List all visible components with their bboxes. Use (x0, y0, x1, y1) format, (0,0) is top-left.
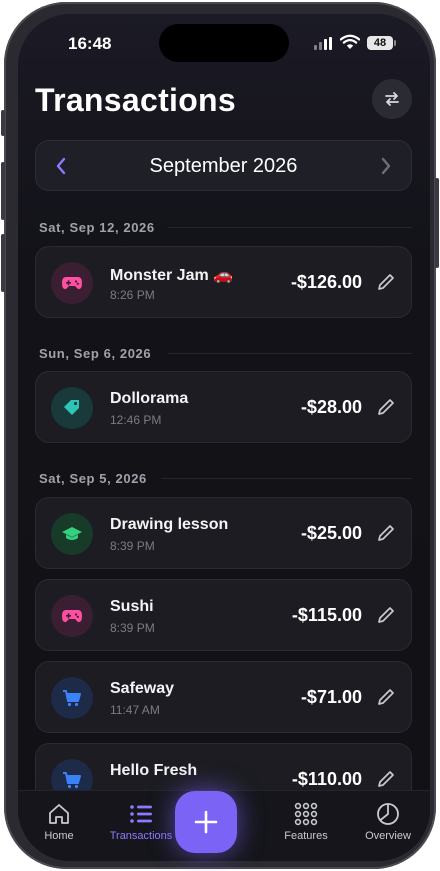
transaction-row[interactable]: Monster Jam 🚗 8:26 PM -$126.00 (35, 246, 412, 318)
pencil-icon (378, 607, 394, 623)
tab-home[interactable]: Home (24, 801, 94, 842)
transaction-amount: -$115.00 (291, 605, 362, 625)
transaction-amount: -$110.00 (291, 769, 362, 789)
volume-down-button (1, 234, 5, 292)
power-button (435, 178, 439, 268)
tag-icon (51, 387, 93, 429)
graduation-cap-icon (51, 513, 93, 555)
tab-transactions[interactable]: Transactions (106, 801, 176, 842)
list-icon (106, 801, 176, 827)
month-navigator: September 2026 (35, 140, 412, 191)
transaction-name: Safeway (110, 680, 175, 697)
home-icon (24, 801, 94, 827)
pencil-icon (378, 274, 394, 290)
pencil-icon (378, 771, 394, 787)
plus-icon (194, 810, 218, 834)
transaction-amount: -$25.00 (300, 523, 362, 543)
signal-icon (314, 37, 332, 50)
tab-features[interactable]: Features (271, 801, 341, 842)
grid-icon (271, 801, 341, 827)
transaction-name: Drawing lesson (110, 516, 229, 533)
app-screen: 16:48 48 Transactions September 2026 Sat… (18, 14, 430, 861)
tab-label: Transactions (109, 830, 173, 842)
transaction-time: 8:39 PM (110, 539, 155, 553)
status-time: 16:48 (68, 34, 112, 53)
pencil-icon (378, 689, 394, 705)
edit-button[interactable] (376, 397, 396, 417)
phone-frame: 16:48 48 Transactions September 2026 Sat… (1, 2, 439, 869)
swap-icon (385, 92, 399, 106)
tab-label: Features (284, 830, 328, 842)
pie-chart-icon (353, 801, 423, 827)
gamepad-icon (51, 595, 93, 637)
transaction-amount: -$28.00 (300, 397, 362, 417)
transaction-row[interactable]: Drawing lesson 8:39 PM -$25.00 (35, 497, 412, 569)
date-divider (168, 227, 412, 228)
date-header: Sun, Sep 6, 2026 (39, 346, 152, 361)
gamepad-icon (51, 262, 93, 304)
transaction-time: 11:47 AM (110, 703, 160, 717)
wifi-icon (339, 34, 361, 55)
transaction-name: Sushi (110, 598, 154, 615)
transaction-amount: -$71.00 (300, 687, 362, 707)
transaction-time: 8:26 PM (110, 288, 155, 302)
cart-icon (51, 677, 93, 719)
chevron-right-icon (381, 157, 391, 175)
date-divider (161, 478, 412, 479)
tab-overview[interactable]: Overview (353, 801, 423, 842)
transaction-row[interactable]: Sushi 8:39 PM -$115.00 (35, 579, 412, 651)
transaction-amount: -$126.00 (290, 272, 362, 292)
transaction-name: Hello Fresh (110, 762, 198, 779)
pencil-icon (378, 525, 394, 541)
edit-button[interactable] (376, 769, 396, 789)
volume-up-button (1, 162, 5, 220)
month-label: September 2026 (149, 155, 298, 177)
transaction-row[interactable]: Safeway 11:47 AM -$71.00 (35, 661, 412, 733)
page-title: Transactions (35, 82, 237, 118)
transaction-row[interactable]: Dollorama 12:46 PM -$28.00 (35, 371, 412, 443)
tab-label: Home (44, 830, 74, 842)
battery-icon: 48 (367, 36, 396, 50)
edit-button[interactable] (376, 605, 396, 625)
action-button (1, 110, 5, 136)
transaction-name: Monster Jam 🚗 (110, 267, 234, 284)
edit-button[interactable] (376, 272, 396, 292)
dynamic-island (159, 24, 289, 62)
next-month-button[interactable] (373, 153, 399, 179)
add-transaction-button[interactable] (175, 791, 237, 853)
date-header: Sat, Sep 5, 2026 (39, 471, 147, 486)
edit-button[interactable] (376, 523, 396, 543)
swap-button[interactable] (372, 79, 412, 119)
date-header: Sat, Sep 12, 2026 (39, 220, 155, 235)
transaction-name: Dollorama (110, 390, 189, 407)
transaction-time: 8:39 PM (110, 621, 155, 635)
date-divider (168, 353, 412, 354)
edit-button[interactable] (376, 687, 396, 707)
pencil-icon (378, 399, 394, 415)
transaction-time: 12:46 PM (110, 413, 162, 427)
tab-label: Overview (365, 830, 411, 842)
status-bar: 16:48 48 (18, 14, 430, 74)
